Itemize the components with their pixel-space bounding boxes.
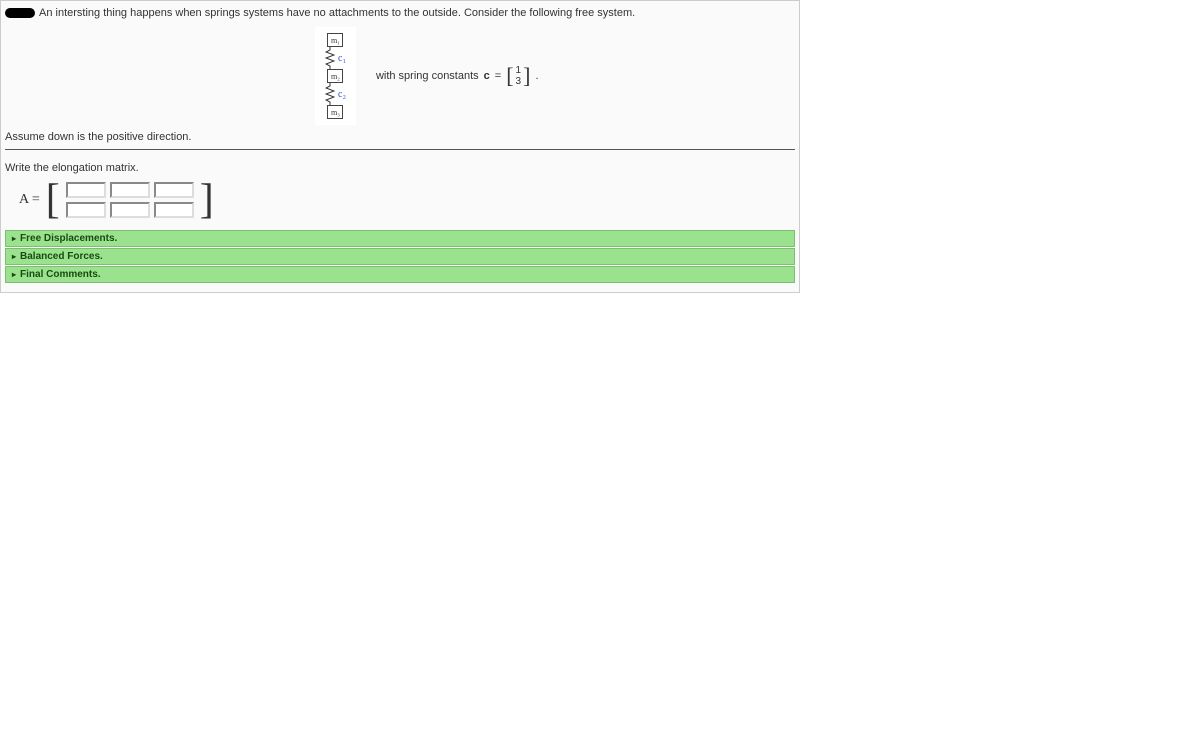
- intro-row: An intersting thing happens when springs…: [5, 5, 795, 21]
- figure-text-prefix: with spring constants: [376, 70, 479, 82]
- spring-label-1: c₁: [338, 53, 346, 64]
- bracket-right-icon: ]: [523, 65, 530, 87]
- accordion-label: Balanced Forces.: [20, 251, 103, 262]
- spring-2: c₂: [325, 83, 346, 105]
- bracket-left-icon: [: [506, 65, 513, 87]
- mass-2: m₂: [327, 69, 343, 83]
- c-vector-entry-1: 3: [516, 76, 522, 87]
- matrix-cell-0-2[interactable]: [154, 182, 194, 198]
- spring-diagram: m₁ c₁ m₂ c₂ m₃: [315, 27, 356, 125]
- problem-container: An intersting thing happens when springs…: [0, 0, 800, 293]
- accordion: ▸ Free Displacements. ▸ Balanced Forces.…: [5, 230, 795, 283]
- matrix-input-row: A = [ ]: [19, 180, 795, 220]
- matrix-cell-1-2[interactable]: [154, 202, 194, 218]
- matrix-cell-0-1[interactable]: [110, 182, 150, 198]
- caret-right-icon: ▸: [12, 270, 16, 279]
- matrix-cell-0-0[interactable]: [66, 182, 106, 198]
- matrix-cell-1-1[interactable]: [110, 202, 150, 218]
- accordion-label: Free Displacements.: [20, 233, 117, 244]
- matrix-bracket-left-icon: [: [46, 180, 60, 220]
- accordion-balanced-forces[interactable]: ▸ Balanced Forces.: [5, 248, 795, 265]
- matrix-bracket-right-icon: ]: [200, 180, 214, 220]
- intro-text: An intersting thing happens when springs…: [39, 7, 635, 19]
- figure-text-c: c: [484, 70, 490, 82]
- mass-3: m₃: [327, 105, 343, 119]
- accordion-free-displacements[interactable]: ▸ Free Displacements.: [5, 230, 795, 247]
- caret-right-icon: ▸: [12, 234, 16, 243]
- figure-text-eq: =: [495, 70, 501, 82]
- mass-1: m₁: [327, 33, 343, 47]
- spring-label-2: c₂: [338, 89, 346, 100]
- c-vector: [ 1 3 ]: [506, 65, 530, 87]
- caret-right-icon: ▸: [12, 252, 16, 261]
- figure-text-suffix: .: [535, 70, 538, 82]
- section-divider: [5, 149, 795, 150]
- matrix-label: A =: [19, 192, 40, 208]
- direction-note: Assume down is the positive direction.: [5, 131, 795, 143]
- spring-1: c₁: [325, 47, 346, 69]
- matrix-prompt: Write the elongation matrix.: [5, 162, 795, 174]
- accordion-final-comments[interactable]: ▸ Final Comments.: [5, 266, 795, 283]
- c-vector-entry-0: 1: [516, 65, 522, 76]
- figure-caption: with spring constants c = [ 1 3 ] .: [376, 65, 539, 87]
- accordion-label: Final Comments.: [20, 269, 101, 280]
- matrix-cell-1-0[interactable]: [66, 202, 106, 218]
- figure-row: m₁ c₁ m₂ c₂ m₃ with spring constants c =…: [315, 27, 795, 125]
- matrix-inputs: [66, 182, 194, 218]
- redacted-label: [5, 8, 35, 18]
